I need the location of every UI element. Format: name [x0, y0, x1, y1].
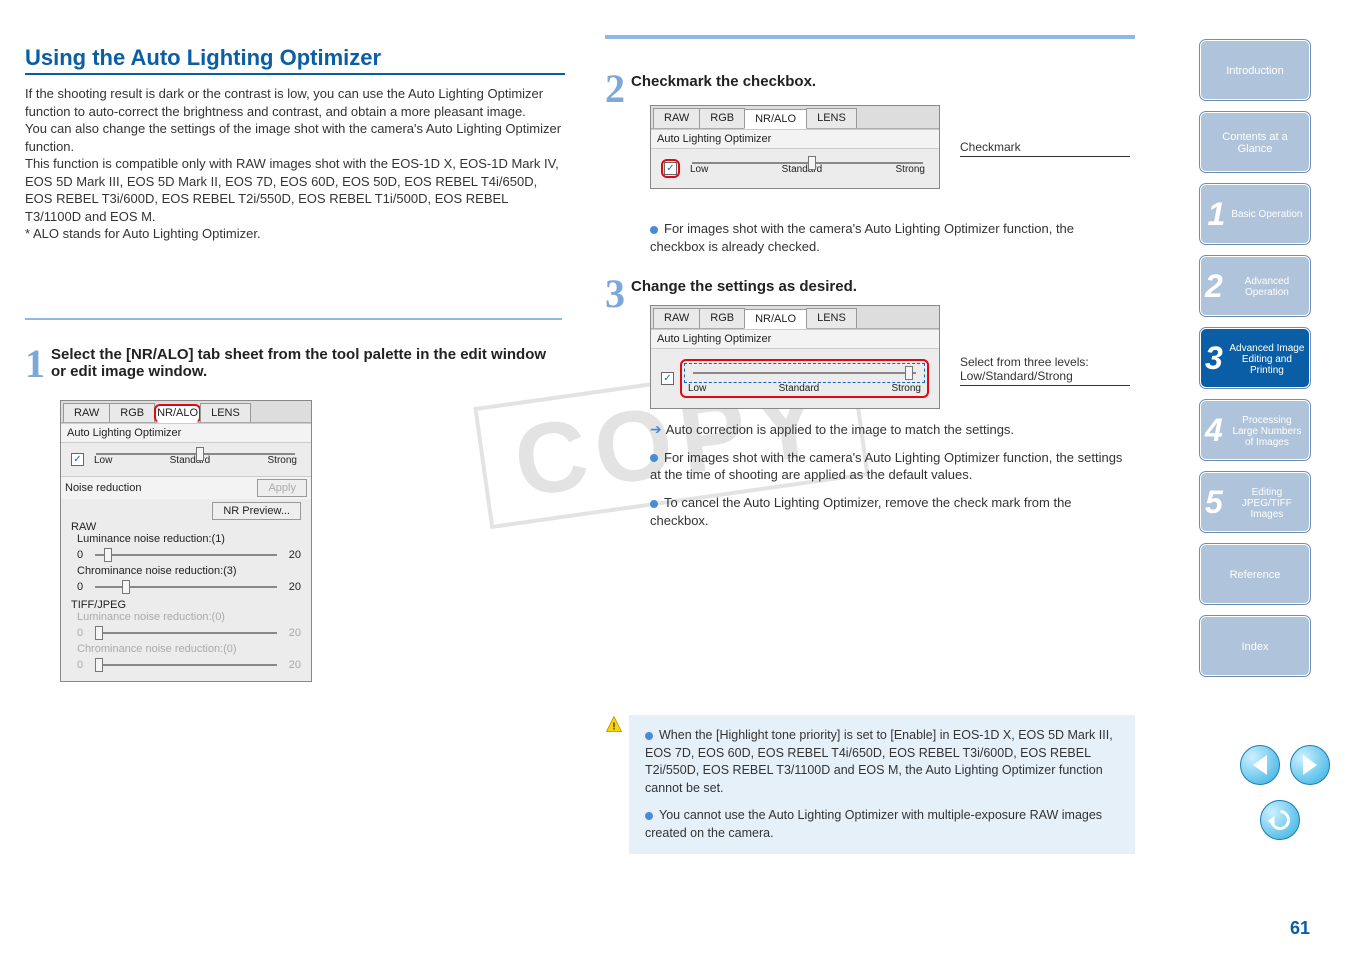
step2-note: For images shot with the camera's Auto L…	[650, 221, 1074, 254]
step3-note2: To cancel the Auto Lighting Optimizer, r…	[650, 495, 1072, 528]
step-3-title: Change the settings as desired.	[631, 278, 857, 295]
nav-introduction[interactable]: Introduction	[1200, 40, 1310, 100]
alo-checkbox-3[interactable]	[661, 372, 674, 385]
section-body: If the shooting result is dark or the co…	[25, 85, 565, 243]
warning-note: When the [Highlight tone priority] is se…	[629, 715, 1135, 854]
arrow-right-icon: ➔	[650, 421, 662, 437]
nr-label: Noise reduction	[65, 482, 141, 494]
tab-rgb[interactable]: RGB	[109, 403, 155, 422]
next-page-button[interactable]	[1290, 745, 1330, 785]
step-1-title: Select the [NR/ALO] tab sheet from the t…	[51, 346, 551, 380]
alo-slider-2[interactable]	[692, 162, 923, 164]
tab-raw-3[interactable]: RAW	[653, 308, 700, 328]
bullet-icon	[650, 500, 658, 508]
arrow-left-icon	[1253, 755, 1267, 775]
warning-icon: !	[605, 715, 623, 733]
lum-nr-slider[interactable]	[95, 554, 277, 556]
chrom0-nr-slider	[95, 664, 277, 666]
warning-1: When the [Highlight tone priority] is se…	[645, 728, 1113, 795]
alo-slider-3[interactable]	[693, 372, 916, 374]
step-3-number: 3	[605, 270, 625, 317]
alo-slider[interactable]	[96, 453, 295, 455]
lum0-nr-label: Luminance noise reduction:(0)	[77, 611, 301, 623]
step2-caption: Checkmark	[960, 140, 1130, 154]
chrom-nr-slider[interactable]	[95, 586, 277, 588]
back-button[interactable]	[1260, 800, 1300, 840]
step3-caption: Select from three levels: Low/Standard/S…	[960, 355, 1130, 383]
bullet-icon	[645, 732, 653, 740]
tab-nralo-3[interactable]: NR/ALO	[744, 309, 807, 329]
raw-section-label: RAW	[71, 521, 301, 533]
tick-strong: Strong	[268, 455, 297, 466]
lum0-nr-slider	[95, 632, 277, 634]
lum-nr-label: Luminance noise reduction:(1)	[77, 533, 301, 545]
chrom-nr-label: Chrominance noise reduction:(3)	[77, 565, 301, 577]
tick-low: Low	[94, 455, 112, 466]
divider-top-right	[605, 35, 1135, 39]
tab-rgb-2[interactable]: RGB	[699, 108, 745, 128]
tab-lens[interactable]: LENS	[200, 403, 251, 422]
alo-label-2: Auto Lighting Optimizer	[651, 129, 939, 149]
divider-left	[25, 318, 562, 320]
svg-text:!: !	[612, 720, 616, 732]
tiff-section-label: TIFF/JPEG	[71, 599, 301, 611]
section-heading: Using the Auto Lighting Optimizer	[25, 45, 565, 75]
alo-checkbox-2[interactable]	[664, 162, 677, 175]
tool-palette-full: RAW RGB NR/ALO LENS Auto Lighting Optimi…	[60, 400, 312, 682]
tick-standard: Standard	[170, 455, 211, 466]
nav-chapter-2[interactable]: 2Advanced Operation	[1200, 256, 1310, 316]
alo-checkbox[interactable]	[71, 453, 84, 466]
nav-reference[interactable]: Reference	[1200, 544, 1310, 604]
warning-2: You cannot use the Auto Lighting Optimiz…	[645, 808, 1102, 840]
prev-page-button[interactable]	[1240, 745, 1280, 785]
page-number: 61	[1290, 918, 1310, 939]
arrow-right-icon	[1303, 755, 1317, 775]
apply-button[interactable]: Apply	[257, 479, 307, 497]
tab-raw[interactable]: RAW	[63, 403, 110, 422]
alo-label: Auto Lighting Optimizer	[61, 423, 311, 443]
nav-index[interactable]: Index	[1200, 616, 1310, 676]
tab-rgb-3[interactable]: RGB	[699, 308, 745, 328]
tab-nralo-2[interactable]: NR/ALO	[744, 109, 807, 129]
bullet-icon	[650, 454, 658, 462]
side-navigation: Introduction Contents at a Glance 1Basic…	[1200, 40, 1330, 688]
step-2-title: Checkmark the checkbox.	[631, 73, 816, 90]
alo-label-3: Auto Lighting Optimizer	[651, 329, 939, 349]
nav-chapter-1[interactable]: 1Basic Operation	[1200, 184, 1310, 244]
undo-icon	[1266, 806, 1294, 834]
nav-chapter-4[interactable]: 4Processing Large Numbers of Images	[1200, 400, 1310, 460]
step-1-number: 1	[25, 340, 45, 387]
palette-step2: RAW RGB NR/ALO LENS Auto Lighting Optimi…	[650, 105, 940, 189]
nav-chapter-3[interactable]: 3Advanced Image Editing and Printing	[1200, 328, 1310, 388]
step3-note1: For images shot with the camera's Auto L…	[650, 450, 1122, 483]
step-2-number: 2	[605, 65, 625, 112]
tab-lens-2[interactable]: LENS	[806, 108, 857, 128]
nr-preview-button[interactable]: NR Preview...	[212, 502, 301, 520]
tab-raw-2[interactable]: RAW	[653, 108, 700, 128]
step3-result: Auto correction is applied to the image …	[666, 422, 1014, 437]
nav-contents[interactable]: Contents at a Glance	[1200, 112, 1310, 172]
nav-chapter-5[interactable]: 5Editing JPEG/TIFF Images	[1200, 472, 1310, 532]
bullet-icon	[650, 226, 658, 234]
bullet-icon	[645, 812, 653, 820]
chrom0-nr-label: Chrominance noise reduction:(0)	[77, 643, 301, 655]
tab-nralo[interactable]: NR/ALO	[154, 404, 201, 423]
tab-lens-3[interactable]: LENS	[806, 308, 857, 328]
palette-step3: RAW RGB NR/ALO LENS Auto Lighting Optimi…	[650, 305, 940, 409]
page-nav-arrows	[1240, 745, 1330, 785]
